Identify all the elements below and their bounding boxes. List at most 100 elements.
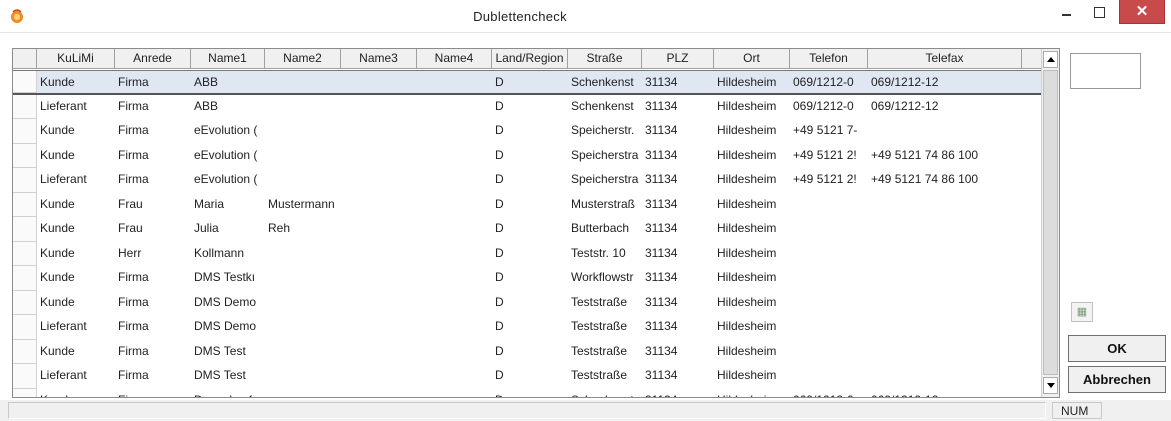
cell-ort: Hildesheim xyxy=(717,368,777,382)
row-selector[interactable] xyxy=(13,364,37,389)
column-header-telefax[interactable]: Telefax xyxy=(868,49,1022,69)
column-header-telefon[interactable]: Telefon xyxy=(790,49,868,69)
row-selector[interactable] xyxy=(13,266,37,291)
cell-strasse: Teststraße xyxy=(571,343,628,358)
scroll-up-button[interactable] xyxy=(1043,51,1058,68)
row-selector[interactable] xyxy=(13,143,37,168)
cell-land-region: D xyxy=(495,123,504,137)
table-row[interactable]: Kunde Frau Maria Mustermann D Musterstraß 3113… xyxy=(13,192,1041,218)
cell-ort: Hildesheim xyxy=(717,270,777,284)
cell-telefax: +49 5121 74 86 100 xyxy=(871,172,979,186)
cell-ort: Hildesheim xyxy=(717,123,777,137)
grid-header: KuLiMi Anrede Name1 Name2 Name3 Name4 Land/Reg… xyxy=(13,49,1041,69)
cell-kulimi: Kunde xyxy=(40,294,75,309)
cell-strasse: Speicherstra xyxy=(571,172,639,186)
cell-plz: 31134 xyxy=(645,221,678,235)
table-row[interactable]: Kunde Firma eEvolution (D Speicherstra 31134… xyxy=(13,143,1041,169)
table-row[interactable]: Lieferant Firma ABB D Schenkenst 31134 Hildesh… xyxy=(13,94,1041,120)
cell-name1: DMS Test xyxy=(194,343,246,358)
cell-telefon xyxy=(790,315,868,340)
cancel-button[interactable]: Abbrechen xyxy=(1068,366,1166,393)
table-row[interactable]: Lieferant Firma eEvolution (D Speicherstra 3… xyxy=(13,168,1041,193)
column-header-plz[interactable]: PLZ xyxy=(642,49,714,69)
cell-name4 xyxy=(417,193,492,218)
table-row[interactable]: Kunde Firma DMS Demo D Teststraße 31134 Hildes… xyxy=(13,290,1041,315)
cell-name2 xyxy=(265,168,341,193)
cell-name1: ABB xyxy=(194,75,219,89)
cell-name2 xyxy=(265,95,341,120)
column-header-name1[interactable]: Name1 xyxy=(191,49,265,69)
row-selector[interactable] xyxy=(13,217,37,242)
excel-export-icon[interactable]: ▦ xyxy=(1071,302,1093,322)
cell-plz: 31134 xyxy=(645,270,678,284)
scroll-down-button[interactable] xyxy=(1043,377,1058,394)
cell-telefax xyxy=(868,193,1022,218)
column-header-land-region[interactable]: Land/Region xyxy=(492,49,568,69)
row-selector[interactable] xyxy=(13,168,37,193)
scroll-thumb[interactable] xyxy=(1043,70,1058,375)
cell-name4 xyxy=(417,71,492,93)
cell-name3 xyxy=(341,242,417,267)
cell-telefax xyxy=(868,266,1022,291)
cell-name3 xyxy=(341,266,417,291)
row-selector[interactable] xyxy=(13,315,37,340)
column-header-name3[interactable]: Name3 xyxy=(341,49,417,69)
maximize-button[interactable] xyxy=(1088,0,1110,26)
cell-telefon: +49 5121 2! xyxy=(793,172,857,186)
column-header-kulimi[interactable]: KuLiMi xyxy=(37,49,115,69)
cell-name2 xyxy=(265,340,341,365)
row-selector[interactable] xyxy=(13,339,37,364)
cell-anrede: Firma xyxy=(118,172,149,186)
table-row[interactable]: Kunde Firma eEvolution (D Speicherstr. 31134… xyxy=(13,119,1041,144)
cell-telefax: +49 5121 74 86 100 xyxy=(871,147,979,162)
cell-name2: Reh xyxy=(268,221,291,235)
cell-ort: Hildesheim xyxy=(717,221,777,235)
cell-strasse: Schenkenst xyxy=(571,75,634,89)
table-row[interactable]: Lieferant Firma DMS Test D Teststraße 31134 Hi… xyxy=(13,364,1041,389)
cell-telefon xyxy=(790,193,868,218)
cell-land-region: D xyxy=(495,196,504,211)
cell-strasse: Teststraße xyxy=(571,368,628,382)
column-header-name4[interactable]: Name4 xyxy=(417,49,492,69)
duplicates-grid[interactable]: KuLiMi Anrede Name1 Name2 Name3 Name4 Land/Reg… xyxy=(12,48,1060,398)
cell-name3 xyxy=(341,119,417,144)
row-selector[interactable] xyxy=(13,192,37,217)
cell-name3 xyxy=(341,217,417,242)
status-panel xyxy=(8,402,1046,419)
cell-name4 xyxy=(417,217,492,242)
side-input-field[interactable] xyxy=(1070,53,1141,89)
vertical-scrollbar[interactable] xyxy=(1041,49,1059,397)
row-selector[interactable] xyxy=(13,94,37,119)
row-selector[interactable] xyxy=(13,388,37,397)
cell-name4 xyxy=(417,144,492,169)
table-row[interactable]: Kunde Firma ABB D Schenkenst 31134 Hildesheim 0… xyxy=(13,70,1041,95)
cell-land-region: D xyxy=(495,147,504,162)
row-selector[interactable] xyxy=(13,119,37,144)
cell-plz: 31134 xyxy=(645,294,678,309)
table-row[interactable]: Kunde Herr Kollmann D Teststr. 10 31134 Hildes… xyxy=(13,241,1041,267)
column-header-anrede[interactable]: Anrede xyxy=(115,49,191,69)
row-selector[interactable] xyxy=(13,290,37,315)
cell-telefax xyxy=(868,315,1022,340)
column-header-ort[interactable]: Ort xyxy=(714,49,790,69)
close-button[interactable]: ✕ xyxy=(1119,0,1165,24)
row-selector[interactable] xyxy=(13,71,37,93)
minimize-button[interactable] xyxy=(1056,0,1078,26)
column-header-name2[interactable]: Name2 xyxy=(265,49,341,69)
table-row[interactable]: KundeFirmaDummkopf DSchenkenst31134Hildes… xyxy=(13,388,1041,398)
cell-telefon xyxy=(790,217,868,242)
close-icon: ✕ xyxy=(1135,3,1149,20)
column-header-strasse[interactable]: Straße xyxy=(568,49,642,69)
window-title: Dublettencheck xyxy=(473,9,567,24)
table-row[interactable]: Kunde Firma DMS Test D Teststraße 31134 Hildes… xyxy=(13,339,1041,365)
cell-strasse: Teststr. 10 xyxy=(571,245,626,260)
cell-kulimi: Kunde xyxy=(40,221,75,235)
ok-button[interactable]: OK xyxy=(1068,335,1166,362)
row-selector[interactable] xyxy=(13,241,37,266)
table-row[interactable]: Kunde Firma DMS Testkı D Workflowstr 31134 Hil… xyxy=(13,266,1041,291)
table-row[interactable]: Lieferant Firma DMS Demo D Teststraße 31134 Hi… xyxy=(13,315,1041,340)
table-row[interactable]: Kunde Frau Julia Reh D Butterbach 31134 Hildesh… xyxy=(13,217,1041,242)
cell-name1: Dummkopf xyxy=(191,389,265,398)
cell-name1: eEvolution ( xyxy=(194,123,258,137)
title-bar: Dublettencheck ✕ xyxy=(0,0,1171,33)
